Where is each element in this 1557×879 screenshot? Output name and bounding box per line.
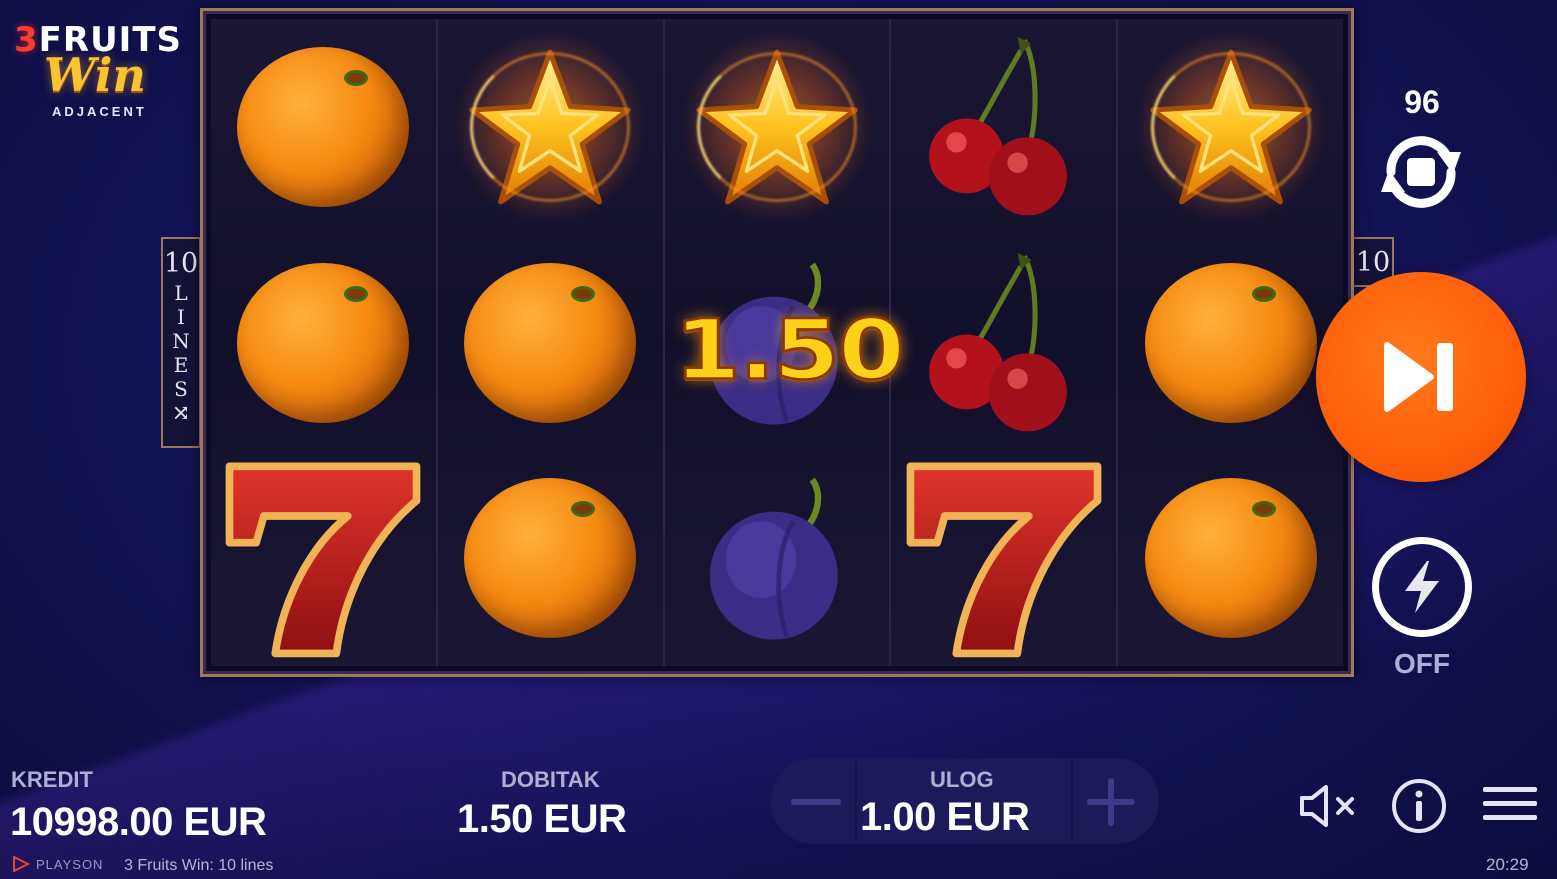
logo-word-win: Win	[44, 48, 146, 102]
reel-cell	[665, 450, 890, 666]
lines-letter: E	[173, 353, 189, 377]
bet-increase-button[interactable]	[1076, 767, 1146, 837]
bet-divider-right	[1071, 760, 1073, 842]
seven-symbol	[906, 462, 1102, 658]
autoplay-stop-icon	[1381, 136, 1461, 208]
reel-cell	[211, 19, 436, 235]
star-symbol	[1130, 31, 1331, 222]
shuffle-icon: ⤨	[171, 401, 191, 426]
orange-symbol	[1144, 478, 1317, 639]
win-amount-overlay: 1.50	[673, 301, 907, 399]
win-label: DOBITAK	[501, 767, 600, 792]
provider-name: PLAYSON	[36, 856, 104, 872]
lines-letter: I	[177, 305, 185, 329]
sound-button[interactable]	[1296, 778, 1362, 834]
lightning-icon	[1405, 561, 1439, 613]
clock: 20:29	[1486, 855, 1529, 874]
autoplay-button[interactable]	[1362, 120, 1480, 224]
game-logo: 3FRUITS Win ADJACENT	[10, 20, 190, 130]
lines-word: L I N E S	[172, 281, 190, 401]
reel-cell	[211, 450, 436, 666]
orange-symbol	[1144, 262, 1317, 423]
cherry-symbol	[928, 36, 1067, 216]
skip-icon	[1384, 342, 1453, 412]
info-icon	[1392, 779, 1446, 833]
win-value: 1.50 EUR	[457, 797, 627, 841]
reel-cell	[1118, 19, 1343, 235]
reel-cell	[665, 19, 890, 235]
lines-count: 10	[163, 248, 199, 279]
menu-button[interactable]	[1482, 784, 1538, 824]
speaker-muted-icon	[1300, 785, 1354, 827]
reel-cell	[211, 235, 436, 451]
cherry-symbol	[928, 252, 1067, 431]
credit-value: 10998.00 EUR	[10, 800, 267, 844]
credit-label: KREDIT	[11, 767, 93, 792]
seven-symbol	[226, 462, 421, 658]
orange-symbol	[237, 46, 410, 207]
reel-cell	[891, 235, 1116, 451]
bet-value: 1.00 EUR	[860, 795, 1030, 839]
plum-symbol	[709, 477, 838, 640]
minus-icon	[791, 799, 841, 805]
lines-indicator-left: 10 L I N E S ⤨	[161, 237, 201, 448]
reel-2	[437, 19, 665, 666]
orange-symbol	[464, 262, 637, 423]
reel-cell	[1118, 450, 1343, 666]
turbo-button[interactable]	[1372, 537, 1472, 637]
bet-decrease-button[interactable]	[781, 767, 851, 837]
reel-cell	[891, 19, 1116, 235]
playson-logo-icon	[13, 856, 30, 872]
autoplay-count: 96	[1404, 84, 1440, 120]
turbo-state-label: OFF	[1394, 648, 1450, 679]
reel-cell	[438, 450, 663, 666]
spin-button[interactable]	[1316, 272, 1526, 482]
reel-cell	[891, 450, 1116, 666]
lines-count-right: 10	[1355, 246, 1391, 278]
bet-label: ULOG	[930, 767, 994, 792]
hamburger-icon	[1483, 787, 1537, 820]
reel-4	[891, 19, 1119, 666]
star-symbol	[450, 31, 651, 222]
reel-1	[211, 19, 438, 666]
bet-divider-left	[855, 760, 857, 842]
orange-symbol	[237, 262, 410, 423]
logo-subtitle: ADJACENT	[52, 104, 147, 119]
lines-letter: L	[174, 281, 188, 305]
reel-cell	[1118, 235, 1343, 451]
reel-cell	[438, 19, 663, 235]
orange-symbol	[464, 478, 637, 639]
plus-icon	[1087, 778, 1135, 826]
game-title: 3 Fruits Win: 10 lines	[124, 857, 274, 874]
info-button[interactable]	[1390, 777, 1448, 835]
provider-brand: PLAYSON	[12, 856, 103, 872]
reel-5	[1118, 19, 1343, 666]
reel-cell	[438, 235, 663, 451]
star-symbol	[676, 31, 877, 222]
lines-letter: N	[172, 329, 190, 353]
lines-letter: S	[174, 377, 188, 401]
logo-number: 3	[14, 20, 39, 60]
